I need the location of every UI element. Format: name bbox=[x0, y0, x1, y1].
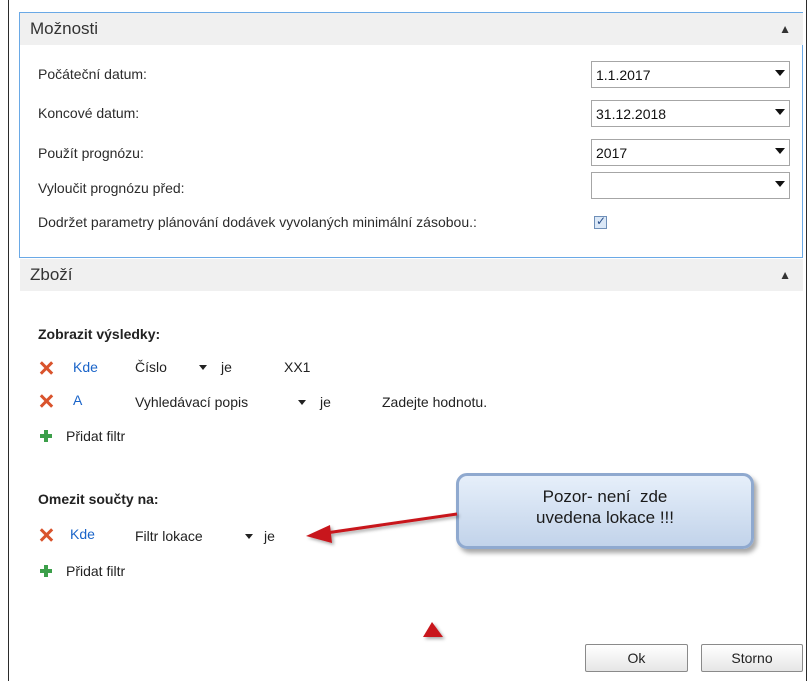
callout-arrow-head bbox=[306, 525, 332, 543]
annotation-overlay bbox=[306, 512, 458, 637]
cancel-button[interactable]: Storno bbox=[701, 644, 803, 672]
callout-arrow-line bbox=[325, 512, 458, 535]
ok-button[interactable]: Ok bbox=[585, 644, 688, 672]
red-triangle-marker bbox=[423, 622, 443, 637]
